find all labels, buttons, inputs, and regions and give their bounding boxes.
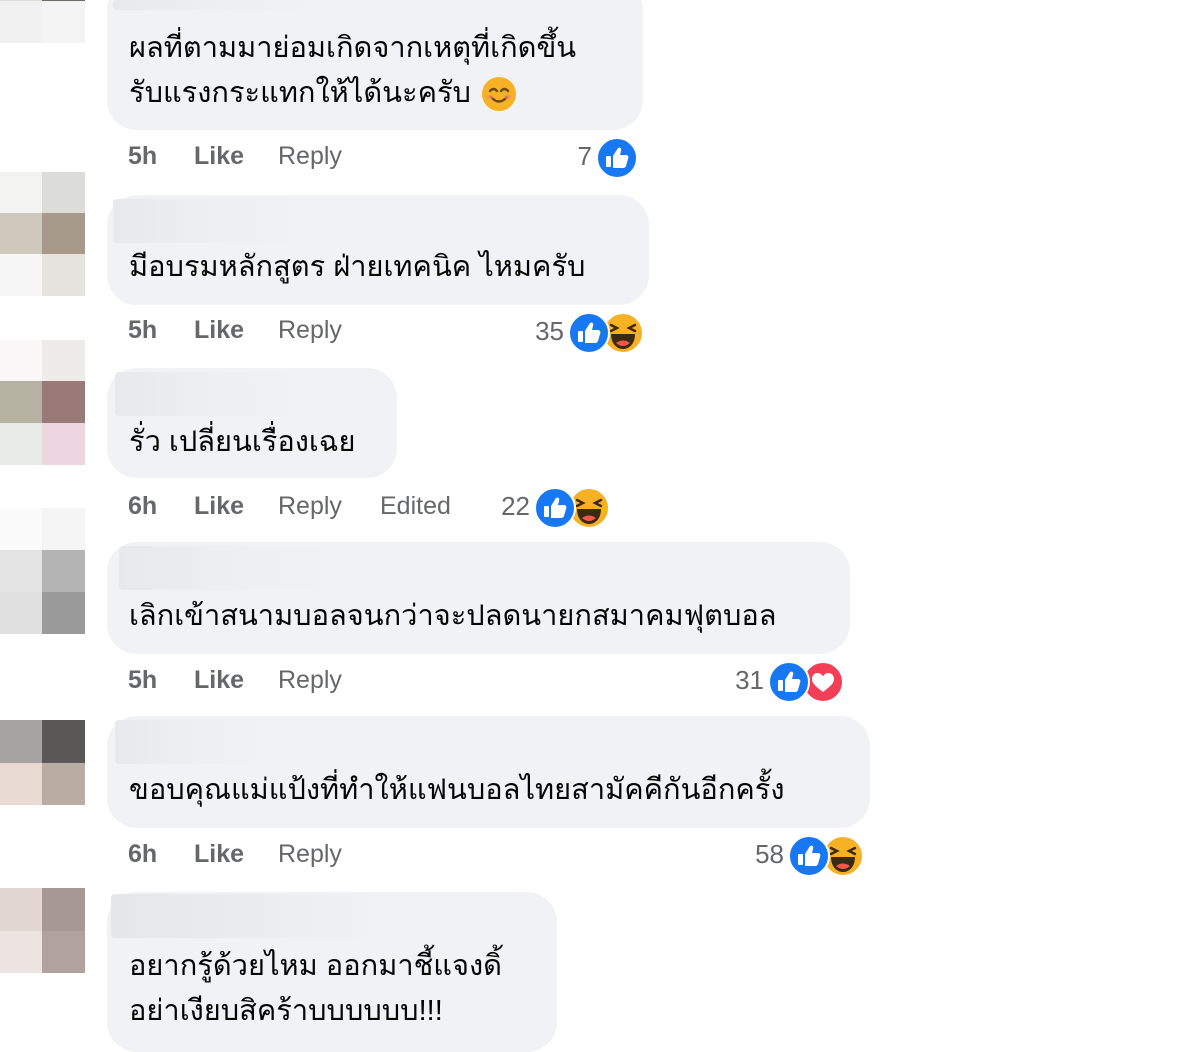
like-reaction-icon <box>534 487 576 529</box>
reply-button[interactable]: Reply <box>278 316 342 345</box>
avatar[interactable] <box>0 172 85 296</box>
reaction-count: 22 <box>501 491 530 521</box>
reply-button[interactable]: Reply <box>278 840 342 869</box>
like-reaction-icon <box>596 137 638 179</box>
avatar[interactable] <box>0 508 85 634</box>
timestamp[interactable]: 6h <box>128 492 157 521</box>
reaction-summary[interactable]: 35 <box>535 312 644 356</box>
comment-text: มีอบรมหลักสูตร ฝ่ายเทคนิค ไหมครับ <box>129 251 586 283</box>
comment-text: รั่ว เปลี่ยนเรื่องเฉย <box>129 426 356 458</box>
reaction-count: 7 <box>577 141 592 171</box>
like-button[interactable]: Like <box>194 666 244 695</box>
comment-bubble: รั่ว เปลี่ยนเรื่องเฉย <box>107 368 397 478</box>
like-button[interactable]: Like <box>194 142 244 171</box>
reaction-summary[interactable]: 7 <box>578 137 638 181</box>
reply-button[interactable]: Reply <box>278 142 342 171</box>
like-button[interactable]: Like <box>194 840 244 869</box>
reaction-count: 31 <box>735 665 764 695</box>
author-name[interactable] <box>119 546 351 590</box>
edited-label[interactable]: Edited <box>380 492 451 521</box>
reply-button[interactable]: Reply <box>278 492 342 521</box>
like-button[interactable]: Like <box>194 492 244 521</box>
like-reaction-icon <box>788 835 830 877</box>
comment-text: เลิกเข้าสนามบอลจนกว่าจะปลดนายกสมาคมฟุตบอ… <box>129 600 777 632</box>
author-name[interactable] <box>115 720 273 764</box>
like-reaction-icon <box>768 661 810 703</box>
author-name[interactable] <box>111 894 381 938</box>
comment-text: ขอบคุณแม่แป้งที่ทำให้แฟนบอลไทยสามัคคีกัน… <box>129 774 785 806</box>
comment-bubble: มีอบรมหลักสูตร ฝ่ายเทคนิค ไหมครับ <box>107 195 649 305</box>
comment-text: ผลที่ตามมาย่อมเกิดจากเหตุที่เกิดขึ้น รับ… <box>129 26 625 116</box>
timestamp[interactable]: 6h <box>128 840 157 869</box>
author-name[interactable] <box>113 199 313 243</box>
reaction-summary[interactable]: 58 <box>755 835 864 879</box>
reaction-count: 58 <box>755 839 784 869</box>
comment-text: อยากรู้ด้วยไหม ออกมาชี้แจงดิ้ อย่าเงียบส… <box>129 950 502 1027</box>
comment-bubble: ขอบคุณแม่แป้งที่ทำให้แฟนบอลไทยสามัคคีกัน… <box>107 716 870 828</box>
reaction-summary[interactable]: 22 <box>501 487 610 531</box>
timestamp[interactable]: 5h <box>128 316 157 345</box>
author-name[interactable] <box>115 372 311 416</box>
avatar[interactable] <box>0 720 85 805</box>
avatar[interactable] <box>0 340 85 465</box>
reaction-summary[interactable]: 31 <box>735 661 844 705</box>
reaction-count: 35 <box>535 316 564 346</box>
reply-button[interactable]: Reply <box>278 666 342 695</box>
avatar[interactable] <box>0 888 85 973</box>
comment-bubble: เลิกเข้าสนามบอลจนกว่าจะปลดนายกสมาคมฟุตบอ… <box>107 542 850 654</box>
comment-bubble: อยากรู้ด้วยไหม ออกมาชี้แจงดิ้ อย่าเงียบส… <box>107 892 557 1052</box>
comment-bubble: ผลที่ตามมาย่อมเกิดจากเหตุที่เกิดขึ้น รับ… <box>107 0 643 130</box>
avatar[interactable] <box>0 0 85 43</box>
timestamp[interactable]: 5h <box>128 666 157 695</box>
like-button[interactable]: Like <box>194 316 244 345</box>
smiling-face-emoji <box>481 76 516 111</box>
timestamp[interactable]: 5h <box>128 142 157 171</box>
author-name[interactable] <box>113 0 327 10</box>
like-reaction-icon <box>568 312 610 354</box>
